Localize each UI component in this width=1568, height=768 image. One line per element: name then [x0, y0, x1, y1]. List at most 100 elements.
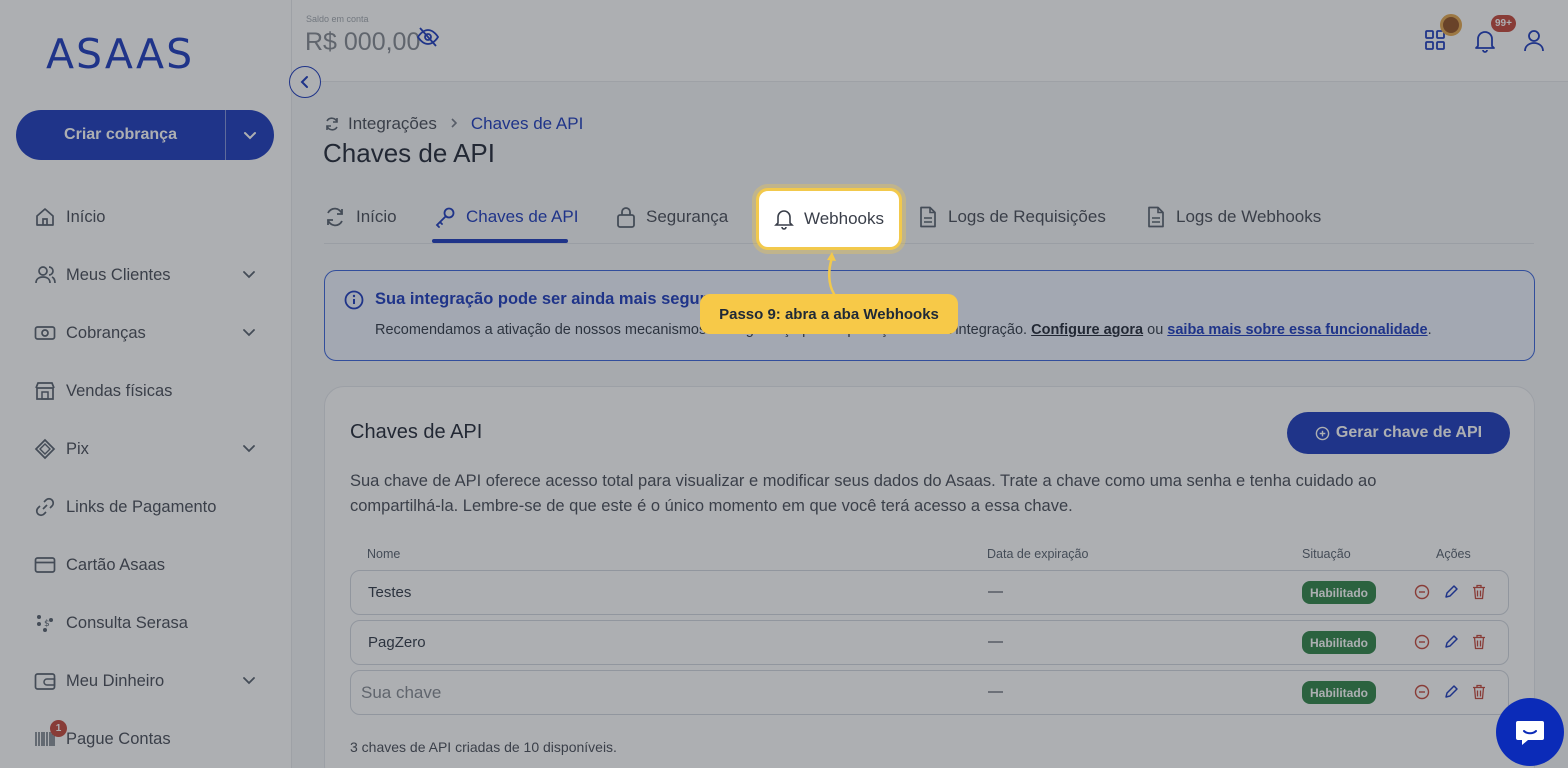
sidebar-item-label: Início — [66, 207, 106, 226]
user-profile-icon[interactable] — [1523, 29, 1545, 58]
configure-now-link[interactable]: Configure agora — [1031, 322, 1143, 338]
money-icon — [34, 322, 56, 344]
home-icon — [34, 206, 56, 228]
sidebar-item-label: Links de Pagamento — [66, 497, 217, 516]
sidebar-item-links-pagamento[interactable]: Links de Pagamento — [0, 478, 292, 536]
key-expiration: — — [988, 583, 1003, 600]
tab-chaves-api[interactable]: Chaves de API — [434, 206, 578, 228]
chevron-down-icon — [243, 445, 255, 453]
delete-icon[interactable] — [1472, 684, 1486, 700]
chevron-left-icon — [300, 76, 308, 88]
disable-icon[interactable] — [1414, 584, 1430, 600]
sidebar-item-pague-contas[interactable]: 1 Pague Contas — [0, 710, 292, 768]
collapse-sidebar-button[interactable] — [289, 66, 321, 98]
refresh-icon — [324, 116, 340, 132]
chevron-down-icon — [243, 329, 255, 337]
tab-seguranca[interactable]: Segurança — [616, 206, 728, 228]
chevron-down-icon — [243, 271, 255, 279]
sidebar-item-meu-dinheiro[interactable]: Meu Dinheiro — [0, 652, 292, 710]
tab-label: Logs de Webhooks — [1176, 207, 1322, 226]
tab-label: Segurança — [646, 207, 729, 226]
sidebar-item-vendas-fisicas[interactable]: Vendas físicas — [0, 362, 292, 420]
document-icon — [1146, 206, 1166, 228]
bell-icon[interactable] — [1474, 29, 1496, 58]
edit-icon[interactable] — [1443, 634, 1459, 650]
tab-bar: Início Chaves de API Segurança Webhooks … — [324, 196, 1534, 244]
notifications-badge: 99+ — [1491, 15, 1516, 32]
topbar: Saldo em conta R$ 000,00 — [292, 0, 1568, 82]
store-icon — [34, 380, 56, 402]
hide-balance-icon[interactable] — [416, 26, 440, 53]
serasa-icon: $ — [34, 612, 56, 634]
tab-logs-requisicoes[interactable]: Logs de Requisições — [918, 206, 1106, 228]
breadcrumb-parent[interactable]: Integrações — [348, 114, 437, 134]
delete-icon[interactable] — [1472, 584, 1486, 600]
learn-more-link[interactable]: saiba mais sobre essa funcionalidade — [1167, 322, 1427, 338]
breadcrumb: Integrações Chaves de API — [324, 114, 583, 134]
pix-icon — [34, 438, 56, 460]
key-name: Testes — [368, 584, 412, 601]
sidebar-item-label: Consulta Serasa — [66, 613, 188, 632]
generate-api-key-button[interactable]: Gerar chave de API — [1287, 412, 1510, 454]
disable-icon[interactable] — [1414, 684, 1430, 700]
sidebar-nav: Início Meus Clientes Cobranças Vendas fí… — [0, 188, 292, 768]
key-name: PagZero — [368, 634, 426, 651]
status-badge: Habilitado — [1302, 681, 1377, 704]
delete-icon[interactable] — [1472, 634, 1486, 650]
generate-button-label: Gerar chave de API — [1335, 424, 1483, 441]
tab-inicio[interactable]: Início — [324, 206, 397, 228]
tab-label: Webhooks — [803, 209, 884, 228]
account-avatar[interactable] — [1440, 14, 1462, 36]
users-icon — [34, 264, 56, 286]
column-header-expiration: Data de expiração — [987, 547, 1089, 561]
sidebar-item-cobrancas[interactable]: Cobranças — [0, 304, 292, 362]
svg-text:$: $ — [44, 619, 50, 629]
disable-icon[interactable] — [1414, 634, 1430, 650]
sidebar-item-pix[interactable]: Pix — [0, 420, 292, 478]
create-charge-dropdown-button[interactable] — [226, 110, 274, 160]
sidebar-item-consulta-serasa[interactable]: $ Consulta Serasa — [0, 594, 292, 652]
account-balance: R$ 000,00 — [305, 28, 421, 56]
banner-text-end: . — [1427, 322, 1432, 338]
table-row: Testes — Habilitado — [350, 570, 1509, 615]
key-icon — [434, 206, 456, 228]
api-keys-count: 3 chaves de API criadas de 10 disponívei… — [350, 739, 617, 755]
sidebar-item-label: Meus Clientes — [66, 265, 171, 284]
lock-icon — [616, 206, 636, 228]
sidebar-item-label: Cobranças — [66, 323, 146, 342]
sidebar: ASAAS Criar cobrança Início Meus Cliente… — [0, 0, 292, 768]
create-charge-button[interactable]: Criar cobrança — [16, 110, 226, 160]
tab-label: Logs de Requisições — [948, 207, 1106, 226]
pointer-arrow-icon — [827, 252, 836, 296]
tab-label: Chaves de API — [466, 207, 579, 226]
page-title: Chaves de API — [323, 138, 495, 168]
sidebar-item-cartao-asaas[interactable]: Cartão Asaas — [0, 536, 292, 594]
banner-text-middle: ou — [1143, 322, 1168, 338]
status-badge: Habilitado — [1302, 631, 1377, 654]
asaas-logo[interactable]: ASAAS — [46, 30, 194, 78]
key-name-input[interactable]: Sua chave — [361, 683, 441, 703]
sidebar-item-label: Cartão Asaas — [66, 555, 166, 574]
chat-support-button[interactable] — [1496, 698, 1564, 766]
key-expiration: — — [988, 633, 1003, 650]
sidebar-item-label: Pague Contas — [66, 729, 171, 748]
tutorial-tooltip: Passo 9: abra a aba Webhooks — [700, 294, 958, 334]
chevron-right-icon — [449, 114, 459, 134]
column-header-status: Situação — [1302, 547, 1351, 561]
tab-label: Início — [356, 207, 397, 226]
create-charge-button-group: Criar cobrança — [16, 110, 274, 160]
api-keys-card: Chaves de API Gerar chave de API Sua cha… — [324, 386, 1535, 768]
highlighted-tab-webhooks[interactable]: Webhooks — [756, 188, 902, 250]
sidebar-item-label: Pix — [66, 439, 89, 458]
sidebar-item-meus-clientes[interactable]: Meus Clientes — [0, 246, 292, 304]
edit-icon[interactable] — [1443, 584, 1459, 600]
plus-circle-icon — [1315, 426, 1330, 441]
column-header-actions: Ações — [1436, 547, 1471, 561]
info-icon — [344, 290, 364, 315]
edit-icon[interactable] — [1443, 684, 1459, 700]
chat-icon — [1516, 721, 1544, 745]
notification-badge: 1 — [50, 720, 67, 737]
balance-label: Saldo em conta — [306, 14, 369, 24]
tab-logs-webhooks[interactable]: Logs de Webhooks — [1146, 206, 1321, 228]
sidebar-item-inicio[interactable]: Início — [0, 188, 292, 246]
